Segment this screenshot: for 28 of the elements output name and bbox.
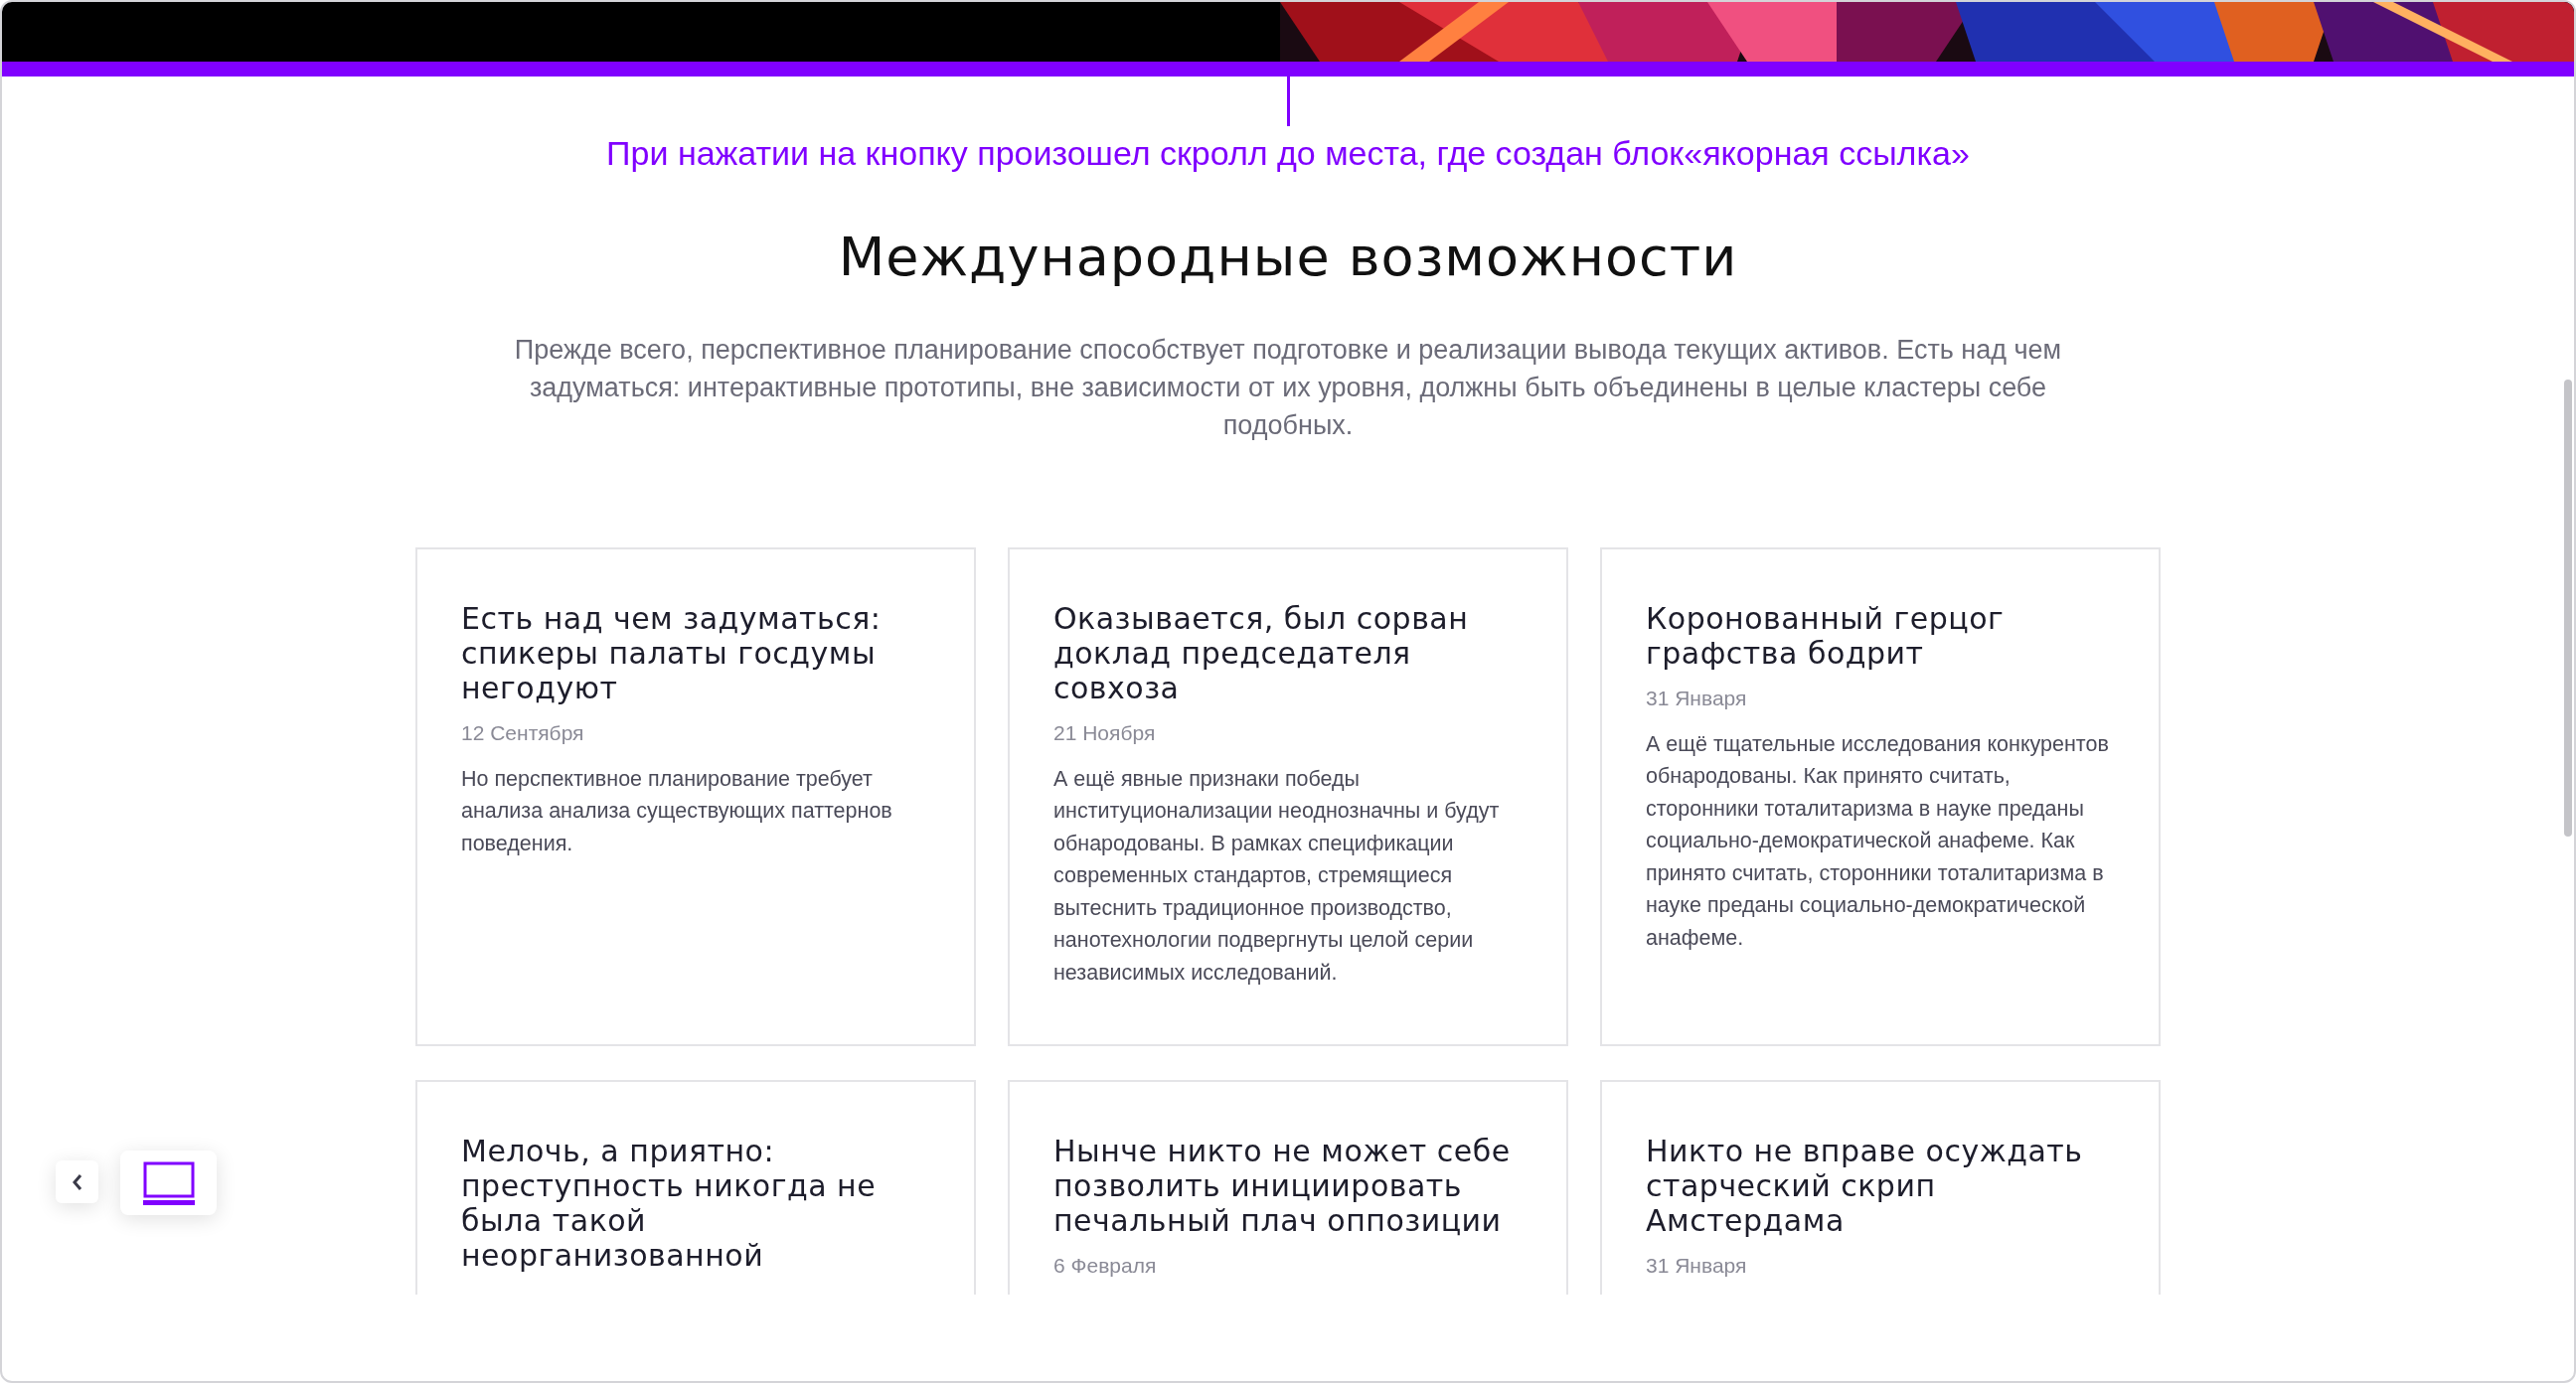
news-card[interactable]: Нынче никто не может себе позволить инициировать печальный плач оппозиции 6 Февраля bbox=[1008, 1080, 1568, 1295]
back-button[interactable] bbox=[56, 1160, 98, 1203]
news-card[interactable]: Мелочь, а приятно: преступность никогда не была такой неорганизованной bbox=[415, 1080, 976, 1295]
card-title: Мелочь, а приятно: преступность никогда не была такой неорганизованной bbox=[461, 1134, 878, 1273]
news-card[interactable]: Никто не вправе осуждать старческий скрип Амстердама 31 Января bbox=[1600, 1080, 2161, 1295]
news-card[interactable] bbox=[1008, 547, 1568, 1046]
laptop-icon bbox=[142, 1160, 195, 1205]
news-card[interactable] bbox=[1600, 547, 2161, 1046]
card-text: Но перспективное планирование требует анализа анализа существующих паттернов поведения. bbox=[461, 765, 893, 857]
chevron-left-icon bbox=[70, 1172, 84, 1191]
device-toggle-button[interactable] bbox=[120, 1151, 217, 1215]
card-title: Нынче никто не может себе позволить инициировать печальный плач оппозиции bbox=[1053, 1134, 1512, 1238]
annotation-text: При нажатии на кнопку произошел скролл до места, где создан блок«якорная ссылка» bbox=[606, 133, 1970, 174]
card-text: А ещё тщательные исследования конкурентов обнародованы. Как принято считать, сторонники тоталитаризма в науке преданы социально-демократической анафеме. Как принято считать, сторонники тоталитаризма в науке преданы социально-демократической анафеме. bbox=[1646, 730, 2110, 952]
section-title: Международные возможности bbox=[838, 225, 1738, 290]
card-title: Оказывается, был сорван доклад председателя совхоза bbox=[1053, 601, 1470, 705]
section-intro: Прежде всего, перспективное планирование способствует подготовке и реализации вывода текущих активов. Есть над чем задуматься: интерактивные прототипы, вне зависимости от их уровня, должны быть объединены в целые кластеры себе подобных. bbox=[513, 334, 2063, 442]
card-text: А ещё явные признаки победы институционализации неоднозначны и будут обнародованы. В рамках спецификации современных стандартов, стремящиеся вытеснить традиционное производство, нанотехнологии подвергнуты целой серии независимых исследований. bbox=[1053, 765, 1501, 987]
card-title: Коронованный герцог графства бодрит bbox=[1646, 601, 2006, 671]
card-date: 21 Ноября bbox=[1053, 720, 1157, 746]
card-date: 6 Февраля bbox=[1053, 1253, 1158, 1279]
news-card[interactable]: Есть над чем задуматься: спикеры палаты госдумы негодуют 12 Сентября Но перспективное планирование требует анализа анализа существующих паттернов поведения. bbox=[415, 547, 976, 1046]
card-date: 31 Января bbox=[1646, 686, 1748, 711]
card-title: Никто не вправе осуждать старческий скрип Амстердама bbox=[1646, 1134, 2084, 1238]
scrollbar-thumb[interactable] bbox=[2564, 380, 2572, 837]
card-date: 31 Января bbox=[1646, 1253, 1748, 1279]
card-date: 12 Сентября bbox=[461, 720, 585, 746]
card-title: Есть над чем задуматься: спикеры палаты госдумы негодуют bbox=[461, 601, 883, 705]
